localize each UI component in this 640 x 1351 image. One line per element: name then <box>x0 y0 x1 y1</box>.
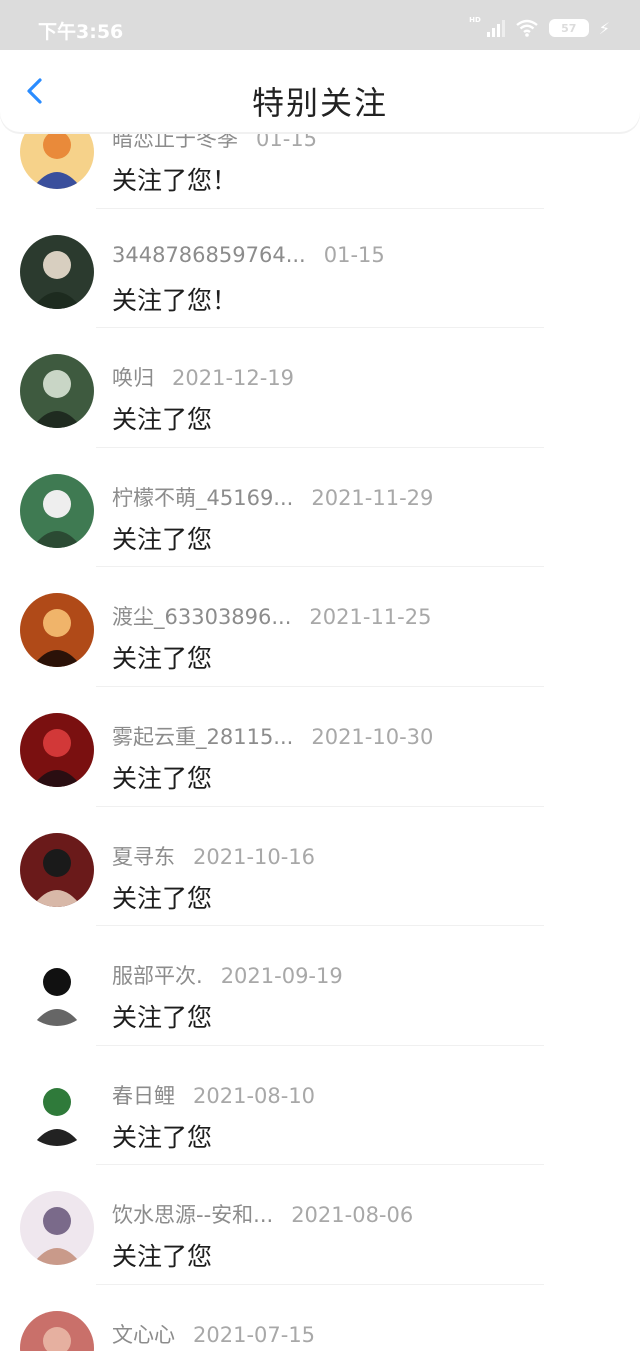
user-name[interactable]: 夏寻东 <box>112 845 175 869</box>
follow-message: 关注了您 <box>112 1242 213 1272</box>
user-name-line: 春日鲤 2021-08-10 <box>112 1080 315 1110</box>
list-item[interactable]: 春日鲤 2021-08-10 关注了您 <box>0 1046 640 1166</box>
costume-figure-avatar[interactable] <box>20 354 94 429</box>
user-name[interactable]: 3448786859764... <box>112 243 306 267</box>
follow-time: 2021-08-06 <box>291 1203 414 1228</box>
list-item[interactable]: 文心心2021-07-15关注了您 <box>0 1285 640 1351</box>
follow-message: 关注了您 <box>112 405 213 435</box>
follow-message: 关注了您！ <box>112 166 238 195</box>
follow-time: 2021-11-25 <box>309 605 432 630</box>
user-name[interactable]: 服部平次. <box>112 964 203 988</box>
follow-time: 2021-10-30 <box>311 724 434 749</box>
follow-time: 2021-11-29 <box>311 485 434 510</box>
nav-bar: 特别关注 <box>0 50 640 132</box>
page-title: 特别关注 <box>251 84 388 122</box>
follow-time: 2021-07-15 <box>193 1322 316 1347</box>
status-bar: 下午3:56 HD 57 ⚡ <box>0 0 640 50</box>
red-anime-avatar[interactable] <box>20 712 94 787</box>
user-name[interactable]: 春日鲤 <box>112 1084 175 1108</box>
user-name-line: 雾起云重_28115... 2021-10-30 <box>112 721 433 751</box>
list-item[interactable]: 暗恋止于冬季 01-15 关注了您！ <box>0 130 640 209</box>
man-suit-avatar[interactable] <box>20 234 94 309</box>
partial-avatar[interactable] <box>20 1310 94 1351</box>
status-icons: HD 57 ⚡ <box>469 16 610 38</box>
sketch-girl-avatar[interactable] <box>20 1191 94 1266</box>
dark-hair-girl-avatar[interactable] <box>20 832 94 907</box>
follow-time: 2021-10-16 <box>193 844 316 869</box>
user-name-line: 文心心 2021-07-15 <box>112 1319 315 1349</box>
follow-message: 关注了您 <box>112 763 213 793</box>
user-name[interactable]: 暗恋止于冬季 <box>112 130 238 151</box>
list-item[interactable]: 柠檬不萌_45169... 2021-11-29 关注了您 <box>0 448 640 568</box>
user-name-line: 渡尘_63303896... 2021-11-25 <box>112 601 431 631</box>
user-name[interactable]: 渡尘_63303896... <box>112 605 291 629</box>
follow-message: 关注了您 <box>112 524 213 554</box>
follow-message: 关注了您 <box>112 1003 213 1033</box>
follow-time: 2021-08-10 <box>193 1083 316 1108</box>
signal-icon <box>486 19 505 37</box>
follow-time: 2021-12-19 <box>172 366 295 391</box>
user-name-line: 柠檬不萌_45169... 2021-11-29 <box>112 482 433 512</box>
list-item[interactable]: 饮水思源--安和... 2021-08-06 关注了您 <box>0 1165 640 1285</box>
white-dress-avatar[interactable] <box>20 473 94 548</box>
list-item[interactable]: 服部平次. 2021-09-19 关注了您 <box>0 926 640 1046</box>
follow-time: 01-15 <box>256 130 318 151</box>
battery-icon: 57 <box>548 19 589 37</box>
list-item[interactable]: 唤归 2021-12-19 关注了您 <box>0 328 640 448</box>
list-item[interactable]: 渡尘_63303896... 2021-11-25 关注了您 <box>0 567 640 687</box>
user-name[interactable]: 唤归 <box>112 366 154 390</box>
calligraphy-avatar[interactable] <box>20 1071 94 1146</box>
user-name-line: 3448786859764... 01-15 <box>112 243 385 267</box>
user-name[interactable]: 雾起云重_28115... <box>112 725 293 749</box>
battery-level: 57 <box>561 21 577 35</box>
hd-badge: HD <box>469 16 481 24</box>
status-time: 下午3:56 <box>38 21 124 43</box>
manga-sketch-avatar[interactable] <box>20 952 94 1027</box>
user-name-line: 暗恋止于冬季 01-15 <box>112 130 317 153</box>
follow-time: 2021-09-19 <box>220 964 343 989</box>
list-item[interactable]: 3448786859764... 01-15 关注了您！ <box>0 209 640 329</box>
list-item[interactable]: 雾起云重_28115... 2021-10-30 关注了您 <box>0 687 640 807</box>
user-name-line: 唤归 2021-12-19 <box>112 362 294 392</box>
user-name-line: 饮水思源--安和... 2021-08-06 <box>112 1199 413 1229</box>
follow-list-inner: 暗恋止于冬季 01-15 关注了您！ 3448786859764... 01-15 关注了… <box>0 130 640 1351</box>
user-name[interactable]: 文心心 <box>112 1323 175 1347</box>
user-name-line: 服部平次. 2021-09-19 <box>112 960 343 990</box>
user-name[interactable]: 柠檬不萌_45169... <box>112 486 293 510</box>
user-name-line: 夏寻东 2021-10-16 <box>112 841 315 871</box>
charging-icon: ⚡ <box>598 18 610 38</box>
wifi-icon <box>516 19 538 37</box>
follow-message: 关注了您 <box>112 1122 213 1152</box>
follow-message: 关注了您 <box>112 644 213 674</box>
chess-avatar[interactable] <box>20 593 94 668</box>
follow-list: 暗恋止于冬季 01-15 关注了您！ 3448786859764... 01-15 关注了… <box>0 130 640 1351</box>
follow-time: 01-15 <box>323 242 385 267</box>
cartoon-girl-avatar[interactable] <box>20 130 94 189</box>
list-item[interactable]: 夏寻东 2021-10-16 关注了您 <box>0 807 640 927</box>
follow-message: 关注了您！ <box>112 285 238 315</box>
user-name[interactable]: 饮水思源--安和... <box>112 1203 273 1227</box>
follow-message: 关注了您 <box>112 883 213 913</box>
